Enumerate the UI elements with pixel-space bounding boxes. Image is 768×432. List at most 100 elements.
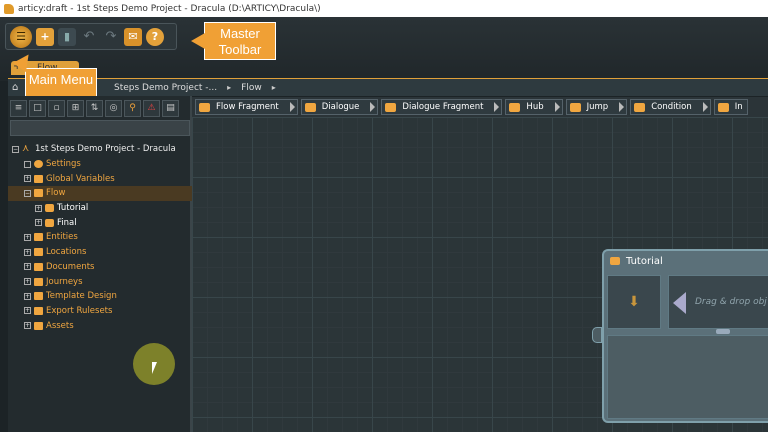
expand-icon[interactable]: + xyxy=(24,278,31,286)
tree-item-export-rulesets[interactable]: + Export Rulesets xyxy=(8,304,192,319)
tree-item-locations[interactable]: + Locations xyxy=(8,245,192,260)
collapse-icon[interactable]: − xyxy=(24,189,31,197)
sort-icon[interactable]: ⇅ xyxy=(86,99,103,117)
tree-item-label: Assets xyxy=(46,320,74,331)
documents-icon xyxy=(34,262,43,271)
tree-item-label: Entities xyxy=(46,232,78,243)
tree-item-final[interactable]: + Final xyxy=(8,215,192,230)
condition-icon xyxy=(634,102,646,112)
node-preview-icon[interactable]: ⬇ xyxy=(607,275,661,329)
tree-item-label: Tutorial xyxy=(57,203,89,214)
tree-item-label: Export Rulesets xyxy=(46,305,113,316)
export-icon xyxy=(34,306,43,315)
node-title: Tutorial xyxy=(626,255,663,267)
flow-node-tutorial[interactable]: Tutorial ⬇ Drag & drop obj xyxy=(602,249,768,423)
tree-item-flow[interactable]: − Flow xyxy=(8,186,192,201)
tree-item-documents[interactable]: + Documents xyxy=(8,260,192,275)
chevron-right-icon[interactable] xyxy=(554,102,560,112)
chevron-right-icon[interactable] xyxy=(289,102,295,112)
tree-item-tutorial[interactable]: + Tutorial xyxy=(8,201,192,216)
template-label: Flow Fragment xyxy=(216,102,279,112)
tree-item-label: Template Design xyxy=(46,291,117,302)
chevron-right-icon[interactable] xyxy=(619,102,625,112)
tree-item-label: Flow xyxy=(46,188,66,199)
tree-item-settings[interactable]: Settings xyxy=(8,157,192,172)
node-input-port[interactable] xyxy=(592,327,602,343)
expand-icon[interactable]: + xyxy=(24,292,31,300)
template-label: In xyxy=(734,102,743,112)
template-label: Dialogue xyxy=(321,102,360,112)
chevron-right-icon[interactable]: ▸ xyxy=(272,83,276,92)
breadcrumb-project[interactable]: Steps Demo Project -... xyxy=(114,83,217,93)
node-resize-handle[interactable] xyxy=(716,329,730,334)
main-menu-button[interactable]: ☰ xyxy=(10,25,32,48)
tree-item-label: 1st Steps Demo Project - Dracula xyxy=(35,144,176,155)
template-instruction[interactable]: In xyxy=(713,99,748,115)
chevron-right-icon[interactable] xyxy=(370,102,376,112)
tree-item-journeys[interactable]: + Journeys xyxy=(8,274,192,289)
template-strip: Flow Fragment Dialogue Dialogue Fragment… xyxy=(192,97,768,117)
expand-icon[interactable]: + xyxy=(24,233,31,241)
document-icon[interactable]: ▮ xyxy=(58,27,76,46)
flow-fragment-icon xyxy=(610,257,620,265)
collapse-icon[interactable]: − xyxy=(12,145,19,153)
breadcrumb-flow[interactable]: Flow xyxy=(241,83,262,93)
tree-item-global-variables[interactable]: + Global Variables xyxy=(8,171,192,186)
tree-item-label: Settings xyxy=(46,159,81,170)
tree-item-label: Final xyxy=(57,217,77,228)
tree-item-root[interactable]: − ⋏ 1st Steps Demo Project - Dracula xyxy=(8,142,192,157)
undo-icon[interactable]: ↶ xyxy=(80,28,98,46)
warning-icon[interactable]: ⚠ xyxy=(143,99,160,117)
template-hub[interactable]: Hub xyxy=(505,99,563,115)
search-icon[interactable]: ⚲ xyxy=(124,99,141,117)
expand-icon[interactable]: + xyxy=(24,263,31,271)
target-icon[interactable]: ◎ xyxy=(105,99,122,117)
expand-icon[interactable]: ▫ xyxy=(48,99,65,117)
tree-item-entities[interactable]: + Entities xyxy=(8,230,192,245)
clipboard-icon[interactable]: ▤ xyxy=(162,99,179,117)
master-toolbar: ☰ + ▮ ↶ ↷ ✉ ? xyxy=(5,23,177,50)
template-dialogue[interactable]: Dialogue xyxy=(300,99,379,115)
node-drop-area[interactable]: Drag & drop obj xyxy=(668,275,768,329)
entities-icon xyxy=(34,233,43,242)
home-icon[interactable]: ⌂ xyxy=(12,82,24,93)
navigator-toolbar: ≡ □ ▫ ⊞ ⇅ ◎ ⚲ ⚠ ▤ xyxy=(8,98,192,118)
chevron-right-icon[interactable] xyxy=(702,102,708,112)
tree-item-label: Documents xyxy=(46,261,95,272)
dialogue-icon xyxy=(304,102,316,112)
view-list-icon[interactable]: ≡ xyxy=(10,99,27,117)
node-body[interactable] xyxy=(607,335,768,419)
template-jump[interactable]: Jump xyxy=(565,99,628,115)
mail-icon[interactable]: ✉ xyxy=(124,27,142,46)
expand-icon[interactable]: + xyxy=(24,175,31,183)
expand-icon[interactable] xyxy=(24,160,31,168)
expand-icon[interactable]: + xyxy=(35,219,42,227)
help-icon[interactable]: ? xyxy=(146,27,164,46)
chevron-right-icon[interactable]: ▸ xyxy=(227,83,231,92)
tree-item-template-design[interactable]: + Template Design xyxy=(8,289,192,304)
add-icon[interactable]: + xyxy=(36,27,54,46)
template-label: Jump xyxy=(586,102,609,112)
template-label: Dialogue Fragment xyxy=(402,102,484,112)
expand-icon[interactable]: + xyxy=(35,204,42,212)
template-dialogue-fragment[interactable]: Dialogue Fragment xyxy=(381,99,503,115)
expand-icon[interactable]: + xyxy=(24,307,31,315)
flow-fragment-icon xyxy=(199,102,210,112)
navigator-search-input[interactable] xyxy=(10,120,190,136)
expand-icon[interactable]: + xyxy=(24,322,31,330)
template-flow-fragment[interactable]: Flow Fragment xyxy=(195,99,298,115)
variables-icon xyxy=(34,174,43,183)
tree-item-assets[interactable]: + Assets xyxy=(8,318,192,333)
breadcrumb: ⌂ Steps Demo Project -... ▸ Flow ▸ xyxy=(8,78,768,96)
journeys-icon xyxy=(34,277,43,286)
filter-icon[interactable]: ⊞ xyxy=(67,99,84,117)
flow-fragment-icon xyxy=(45,204,54,213)
collapse-icon[interactable]: □ xyxy=(29,99,46,117)
chevron-right-icon[interactable] xyxy=(494,102,500,112)
redo-icon[interactable]: ↷ xyxy=(102,28,120,46)
node-header[interactable]: Tutorial xyxy=(604,251,768,271)
template-condition[interactable]: Condition xyxy=(630,99,711,115)
mouse-cursor-icon xyxy=(152,362,157,374)
title-bar: articy:draft - 1st Steps Demo Project - … xyxy=(0,0,768,17)
expand-icon[interactable]: + xyxy=(24,248,31,256)
